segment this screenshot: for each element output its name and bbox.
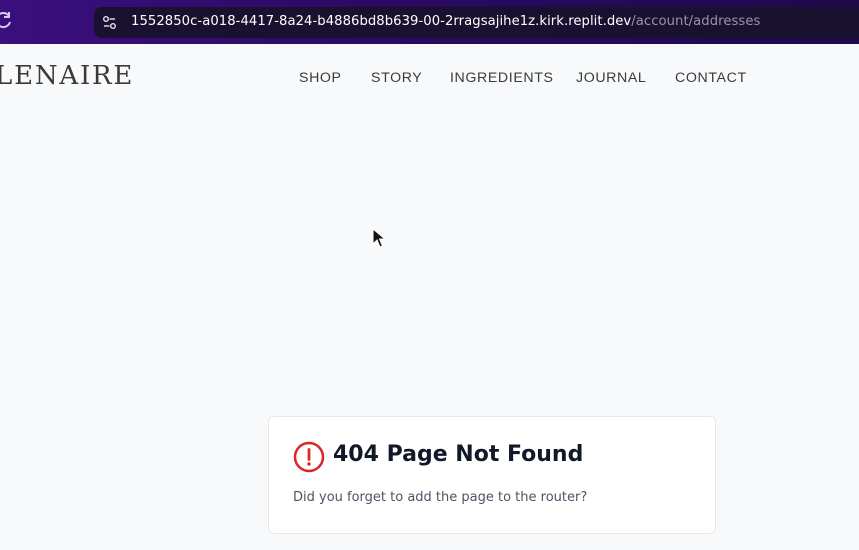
url-path: /account/addresses bbox=[631, 14, 761, 29]
nav-link-story[interactable]: STORY bbox=[371, 70, 422, 86]
nav-link-contact[interactable]: CONTACT bbox=[675, 70, 747, 86]
mouse-cursor-icon bbox=[372, 227, 387, 248]
browser-toolbar: 1552850c-a018-4417-8a24-b4886bd8b639-00-… bbox=[0, 0, 859, 44]
url-text[interactable]: 1552850c-a018-4417-8a24-b4886bd8b639-00-… bbox=[131, 14, 760, 29]
error-message: Did you forget to add the page to the ro… bbox=[293, 490, 588, 505]
error-title: 404 Page Not Found bbox=[333, 442, 584, 467]
main-nav: SHOP STORY INGREDIENTS JOURNAL CONTACT bbox=[0, 70, 859, 90]
site-info-icon[interactable] bbox=[102, 15, 117, 30]
nav-link-ingredients[interactable]: INGREDIENTS bbox=[450, 70, 554, 86]
url-host: 1552850c-a018-4417-8a24-b4886bd8b639-00-… bbox=[131, 14, 632, 29]
address-bar[interactable]: 1552850c-a018-4417-8a24-b4886bd8b639-00-… bbox=[94, 7, 859, 38]
nav-link-shop[interactable]: SHOP bbox=[299, 70, 342, 86]
alert-circle-icon bbox=[293, 441, 325, 473]
nav-link-journal[interactable]: JOURNAL bbox=[576, 70, 646, 86]
reload-icon[interactable] bbox=[0, 10, 14, 30]
not-found-card: 404 Page Not Found Did you forget to add… bbox=[268, 416, 716, 534]
site-header: LENAIRE SHOP STORY INGREDIENTS JOURNAL C… bbox=[0, 44, 859, 114]
